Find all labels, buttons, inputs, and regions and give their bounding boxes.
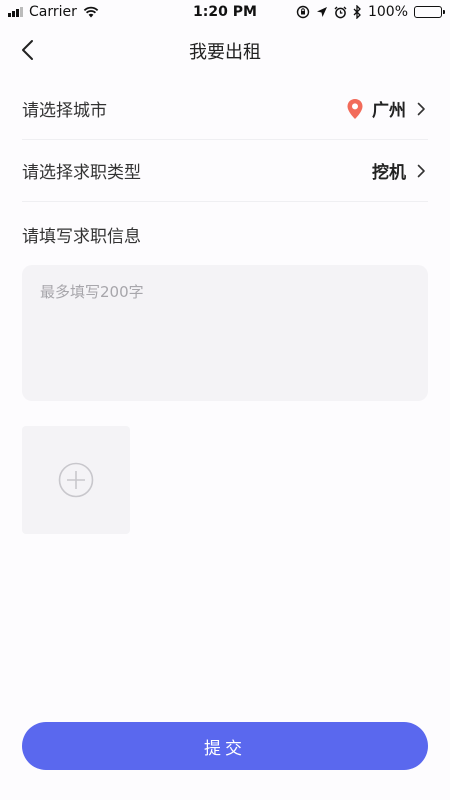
job-info-input[interactable] xyxy=(22,265,428,401)
job-type-value: 挖机 xyxy=(372,163,406,183)
job-type-select-row[interactable]: 请选择求职类型 挖机 xyxy=(22,140,428,202)
status-bar: Carrier 1:20 PM 100% xyxy=(0,0,450,26)
bluetooth-icon xyxy=(353,5,361,19)
location-pin-icon xyxy=(347,98,363,119)
job-type-label: 请选择求职类型 xyxy=(22,163,141,183)
job-type-value-group: 挖机 xyxy=(372,158,428,183)
city-select-row[interactable]: 请选择城市 广州 xyxy=(22,78,428,140)
job-info-label: 请填写求职信息 xyxy=(22,227,141,247)
chevron-right-icon xyxy=(417,102,425,115)
nav-bar: 我要出租 xyxy=(0,26,450,74)
city-label: 请选择城市 xyxy=(22,101,107,121)
screen: Carrier 1:20 PM 100% 我要出租 请选择城市 广州 请选择求职… xyxy=(0,0,450,800)
page-title: 我要出租 xyxy=(189,42,261,63)
battery-icon xyxy=(414,6,445,18)
add-image-button[interactable] xyxy=(22,426,130,534)
status-right: 100% xyxy=(296,4,445,20)
city-value: 广州 xyxy=(372,101,406,121)
location-arrow-icon xyxy=(316,7,327,17)
city-value-group: 广州 xyxy=(346,96,428,121)
alarm-icon xyxy=(334,6,347,18)
chevron-right-icon xyxy=(417,164,425,177)
rotation-lock-icon xyxy=(296,5,310,19)
add-circle-icon xyxy=(58,462,94,498)
battery-percent: 100% xyxy=(367,4,408,20)
submit-button[interactable]: 提交 xyxy=(22,722,428,770)
